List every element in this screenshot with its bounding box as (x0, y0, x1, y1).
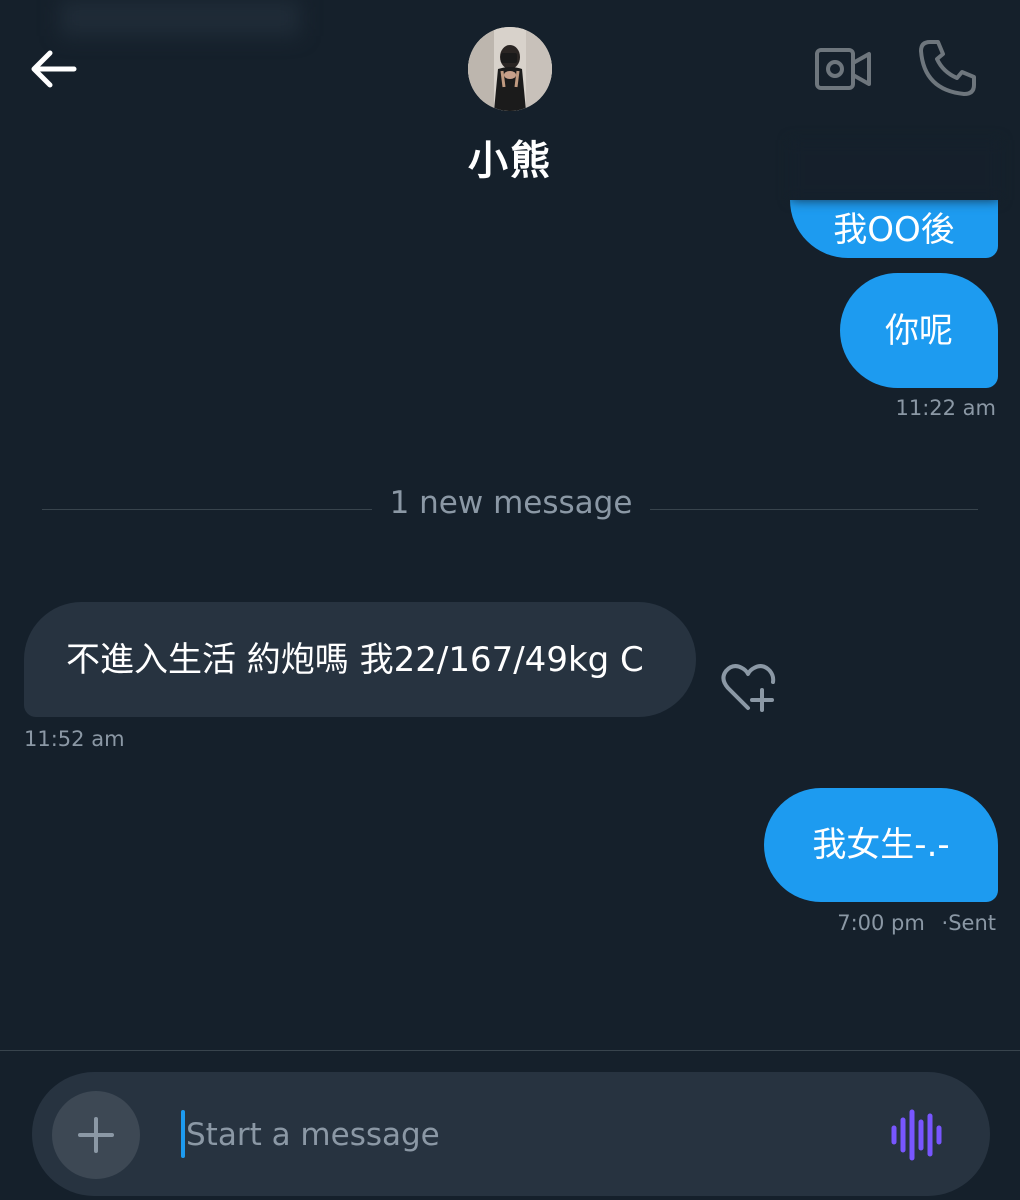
video-camera-icon (815, 48, 871, 90)
phone-icon (919, 40, 976, 96)
message-timestamp: 7:00 pm (837, 911, 925, 935)
heart-plus-icon (721, 664, 776, 712)
conversation-header: 小熊 (0, 0, 1020, 200)
divider-line (650, 509, 978, 510)
message-text: 不進入生活 約炮嗎 我22/167/49kg C (66, 639, 644, 680)
avatar-photo (468, 27, 552, 111)
add-media-button[interactable] (52, 1091, 140, 1179)
message-bubble-sent[interactable]: 我女生-.- (764, 788, 998, 902)
message-input[interactable] (186, 1104, 826, 1166)
message-status: 7:00 pm ·Sent (837, 911, 996, 935)
message-timestamp: 11:52 am (24, 727, 125, 751)
message-text: 我OO後 (833, 210, 955, 250)
message-bubble-sent[interactable]: 你呢 (840, 273, 998, 388)
message-text: 我女生-.- (812, 825, 950, 865)
back-button[interactable] (26, 46, 82, 92)
voice-message-button[interactable] (888, 1108, 944, 1162)
message-text: 你呢 (885, 310, 953, 351)
voice-waveform-icon (891, 1109, 942, 1161)
composer-divider (0, 1050, 1020, 1051)
video-call-button[interactable] (814, 44, 872, 94)
avatar[interactable] (468, 27, 552, 111)
message-clip: 我OO後 (790, 200, 1000, 260)
sent-status: Sent (948, 911, 996, 935)
blurred-status-bar (60, 0, 300, 36)
new-message-divider: 1 new message (389, 485, 633, 521)
text-cursor (181, 1110, 185, 1158)
contact-name[interactable]: 小熊 (0, 128, 1020, 186)
message-bubble-received[interactable]: 不進入生活 約炮嗎 我22/167/49kg C (24, 602, 696, 717)
message-timestamp: 11:22 am (895, 396, 996, 420)
add-reaction-button[interactable] (718, 660, 780, 714)
plus-icon (78, 1117, 114, 1153)
divider-line (42, 509, 372, 510)
voice-call-button[interactable] (916, 38, 978, 98)
message-bubble-sent[interactable]: 我OO後 (790, 200, 998, 258)
arrow-left-icon (31, 50, 77, 88)
